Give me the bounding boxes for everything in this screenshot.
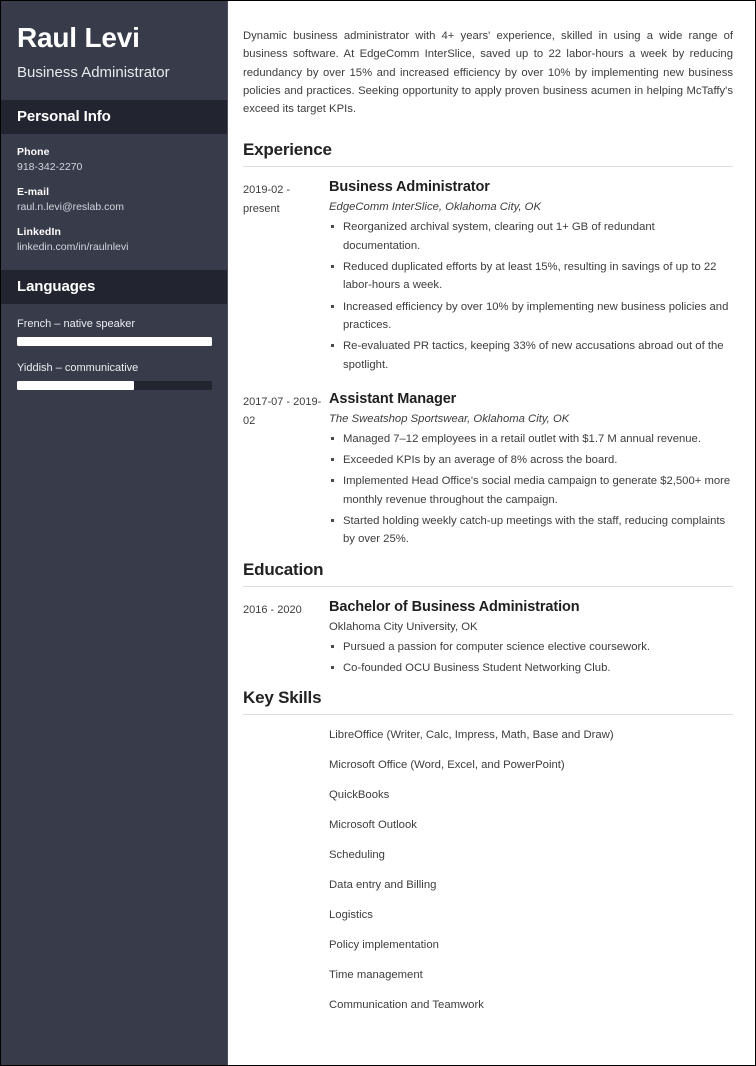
education-entry: 2016 - 2020 Bachelor of Business Adminis…	[243, 599, 733, 681]
contact-email: E-mail raul.n.levi@reslab.com	[17, 186, 212, 213]
list-item: Scheduling	[329, 848, 385, 861]
list-item: Managed 7–12 employees in a retail outle…	[329, 430, 733, 448]
institution-name: Oklahoma City University, OK	[329, 620, 478, 633]
list-item: Reorganized archival system, clearing ou…	[329, 218, 733, 255]
professional-summary: Dynamic business administrator with 4+ y…	[243, 30, 733, 116]
list-item: Policy implementation	[329, 938, 439, 951]
list-item: Communication and Teamwork	[329, 998, 484, 1011]
list-item: Time management	[329, 968, 423, 981]
list-item: Increased efficiency by over 10% by impl…	[329, 298, 733, 335]
personal-info-list: Phone 918-342-2270 E-mail raul.n.levi@re…	[1, 134, 228, 270]
language-name: French – native speaker	[17, 317, 136, 330]
section-divider	[243, 714, 733, 716]
list-item: Exceeded KPIs by an average of 8% across…	[329, 451, 733, 469]
language-level-fill	[17, 380, 134, 390]
employer-name: EdgeComm InterSlice, Oklahoma City, OK	[329, 201, 541, 214]
education-section: Education 2016 - 2020 Bachelor of Busine…	[243, 560, 733, 681]
experience-section: Experience 2019-02 - present Business Ad…	[243, 140, 733, 551]
linkedin-value[interactable]: linkedin.com/in/raulnlevi	[17, 241, 212, 253]
identity-block: Raul Levi Business Administrator	[1, 1, 228, 100]
entry-dates: 2017-07 - 2019-02	[243, 395, 322, 427]
experience-heading: Experience	[243, 140, 332, 160]
entry-body: Business Administrator EdgeComm InterSli…	[329, 179, 733, 376]
languages-heading: Languages	[1, 269, 228, 304]
list-item: Co-founded OCU Business Student Networki…	[329, 659, 733, 677]
list-item: Microsoft Office (Word, Excel, and Power…	[329, 759, 565, 772]
list-item: Pursued a passion for computer science e…	[329, 638, 733, 656]
job-title-heading: Assistant Manager	[329, 390, 457, 407]
skills-list: LibreOffice (Writer, Calc, Impress, Math…	[243, 727, 733, 1013]
key-skills-section: Key Skills LibreOffice (Writer, Calc, Im…	[243, 688, 733, 1013]
contact-label: Phone	[17, 145, 50, 158]
resume-page: Raul Levi Business Administrator Persona…	[0, 0, 756, 1066]
education-detail-list: Pursued a passion for computer science e…	[329, 638, 733, 678]
language-item: Yiddish – communicative	[17, 362, 212, 390]
list-item: Microsoft Outlook	[329, 819, 417, 832]
list-item: Logistics	[329, 908, 373, 921]
main-content: Dynamic business administrator with 4+ y…	[228, 1, 755, 1065]
list-item: LibreOffice (Writer, Calc, Impress, Math…	[329, 729, 614, 742]
job-title: Business Administrator	[17, 63, 170, 81]
phone-value[interactable]: 918-342-2270	[17, 161, 212, 173]
list-item: Data entry and Billing	[329, 878, 437, 891]
degree-heading: Bachelor of Business Administration	[329, 598, 580, 615]
contact-linkedin: LinkedIn linkedin.com/in/raulnlevi	[17, 226, 212, 253]
languages-list: French – native speaker Yiddish – commun…	[1, 304, 228, 400]
list-item: Re-evaluated PR tactics, keeping 33% of …	[329, 337, 733, 374]
personal-info-heading: Personal Info	[1, 99, 228, 134]
language-level-track	[17, 380, 212, 390]
sidebar: Raul Levi Business Administrator Persona…	[1, 1, 228, 1065]
contact-label: E-mail	[17, 185, 50, 198]
employer-name: The Sweatshop Sportswear, Oklahoma City,…	[329, 412, 570, 425]
experience-entry: 2017-07 - 2019-02 Assistant Manager The …	[243, 391, 733, 552]
education-heading: Education	[243, 559, 324, 579]
list-item: Reduced duplicated efforts by at least 1…	[329, 258, 733, 295]
language-item: French – native speaker	[17, 318, 212, 346]
list-item: QuickBooks	[329, 789, 390, 802]
language-name: Yiddish – communicative	[17, 361, 139, 374]
section-divider	[243, 166, 733, 168]
entry-body: Bachelor of Business Administration Okla…	[329, 599, 733, 681]
section-divider	[243, 585, 733, 587]
contact-label: LinkedIn	[17, 225, 61, 238]
achievement-list: Reorganized archival system, clearing ou…	[329, 218, 733, 373]
email-value[interactable]: raul.n.levi@reslab.com	[17, 201, 212, 213]
contact-phone: Phone 918-342-2270	[17, 146, 212, 173]
entry-body: Assistant Manager The Sweatshop Sportswe…	[329, 391, 733, 552]
achievement-list: Managed 7–12 employees in a retail outle…	[329, 430, 733, 549]
entry-dates: 2019-02 - present	[243, 184, 291, 216]
list-item: Started holding weekly catch-up meetings…	[329, 512, 733, 549]
language-level-fill	[17, 336, 212, 346]
experience-entry: 2019-02 - present Business Administrator…	[243, 179, 733, 376]
list-item: Implemented Head Office's social media c…	[329, 472, 733, 509]
full-name: Raul Levi	[17, 22, 140, 53]
job-title-heading: Business Administrator	[329, 179, 490, 196]
key-skills-heading: Key Skills	[243, 688, 322, 708]
language-level-track	[17, 336, 212, 346]
entry-dates: 2016 - 2020	[243, 603, 302, 616]
